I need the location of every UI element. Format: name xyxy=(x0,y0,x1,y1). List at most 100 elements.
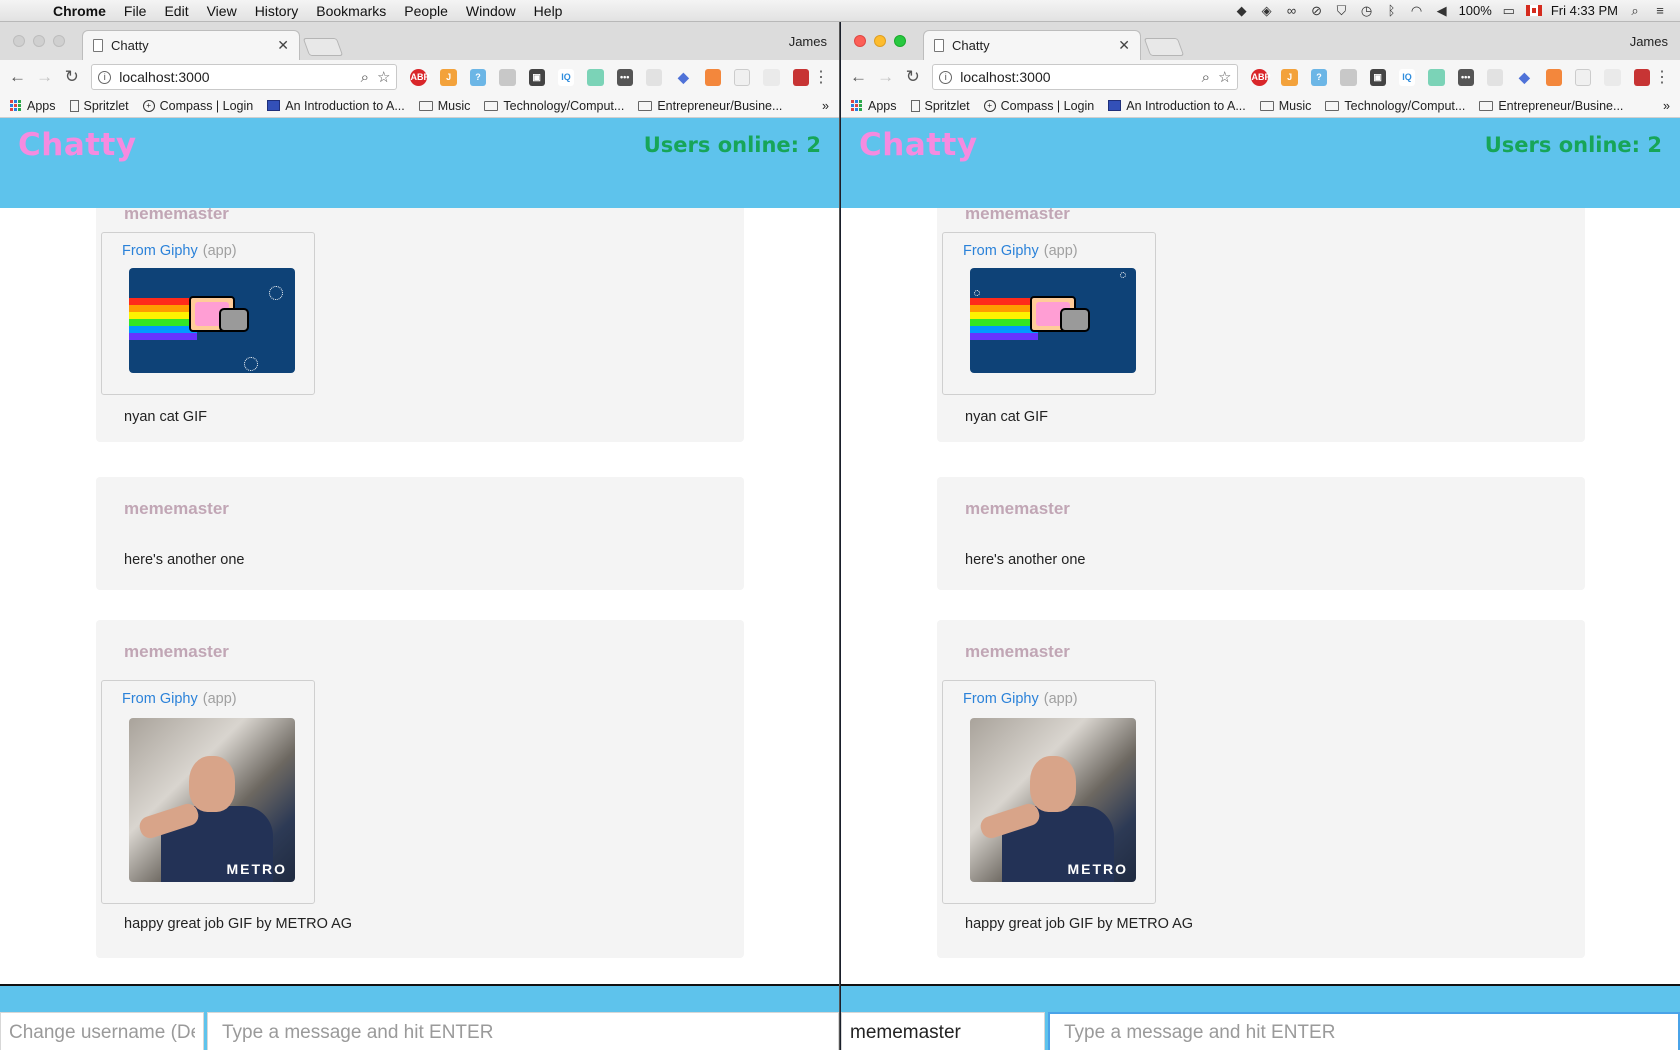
menu-help[interactable]: Help xyxy=(525,0,572,22)
bookmark-spritzlet[interactable]: Spritzlet xyxy=(69,99,129,113)
bookmark-compass[interactable]: + Compass | Login xyxy=(142,99,253,113)
close-window-button[interactable] xyxy=(854,35,866,47)
close-window-button[interactable] xyxy=(13,35,25,47)
menu-view[interactable]: View xyxy=(198,0,246,22)
giphy-link[interactable]: From Giphy xyxy=(963,691,1039,707)
bookmark-compass[interactable]: + Compass | Login xyxy=(983,99,1094,113)
menubar-clock[interactable]: Fri 4:33 PM xyxy=(1551,3,1618,18)
battery-icon[interactable]: ▭ xyxy=(1501,3,1517,18)
nyan-cat-gif[interactable] xyxy=(970,268,1136,373)
red-extension-icon[interactable] xyxy=(792,68,810,86)
app-brand[interactable]: Chatty xyxy=(859,127,978,163)
back-arrow-icon[interactable]: ← xyxy=(847,65,870,89)
forward-arrow-icon[interactable]: → xyxy=(874,65,897,89)
profile-name[interactable]: James xyxy=(1630,34,1668,49)
page-extension-icon[interactable] xyxy=(1486,68,1504,86)
red-extension-icon[interactable] xyxy=(1633,68,1651,86)
profile-name[interactable]: James xyxy=(789,34,827,49)
menu-bookmarks[interactable]: Bookmarks xyxy=(307,0,395,22)
message-list[interactable]: mememaster From Giphy (app) nyan cat GIF … xyxy=(0,208,839,984)
app-brand[interactable]: Chatty xyxy=(18,127,137,163)
message-input[interactable] xyxy=(1048,1012,1680,1050)
nyan-cat-gif[interactable] xyxy=(129,268,295,373)
bookmark-spritzlet[interactable]: Spritzlet xyxy=(910,99,970,113)
dropbox-icon[interactable]: ◆ xyxy=(1234,3,1250,18)
message-list[interactable]: mememaster From Giphy (app) nyan cat GIF … xyxy=(841,208,1680,984)
zoom-icon[interactable]: ⌕ xyxy=(1202,69,1210,86)
bookmark-introduction[interactable]: An Introduction to A... xyxy=(1108,99,1246,113)
message-input[interactable] xyxy=(207,1012,839,1050)
notification-center-icon[interactable]: ≡ xyxy=(1652,3,1668,18)
bookmarks-overflow-icon[interactable]: » xyxy=(1663,99,1670,113)
giphy-link[interactable]: From Giphy xyxy=(963,243,1039,259)
fox-extension-icon[interactable] xyxy=(704,68,721,86)
reload-icon[interactable]: ↻ xyxy=(901,65,924,89)
ethereum-extension-icon[interactable]: ◆ xyxy=(1516,69,1532,86)
metro-great-job-gif[interactable]: METRO xyxy=(970,718,1136,882)
zoom-icon[interactable]: ⌕ xyxy=(361,69,369,86)
circle-slash-icon[interactable]: ⊘ xyxy=(1309,3,1325,18)
giphy-card[interactable]: From Giphy (app) METRO xyxy=(101,680,315,904)
zoom-window-button[interactable] xyxy=(894,35,906,47)
spotlight-search-icon[interactable]: ⌕ xyxy=(1627,3,1643,18)
new-tab-button[interactable] xyxy=(1143,38,1185,56)
blue-extension-icon[interactable]: ? xyxy=(1310,68,1328,86)
close-tab-icon[interactable]: ✕ xyxy=(1118,37,1130,54)
feather-extension-icon[interactable] xyxy=(763,68,780,86)
menu-app-chrome[interactable]: Chrome xyxy=(44,0,115,22)
menu-edit[interactable]: Edit xyxy=(155,0,197,22)
bookmark-entrepreneur[interactable]: Entrepreneur/Busine... xyxy=(1479,99,1623,113)
dots-extension-icon[interactable]: ••• xyxy=(1457,68,1474,86)
reload-icon[interactable]: ↻ xyxy=(60,65,83,89)
zoom-window-button[interactable] xyxy=(53,35,65,47)
iq-extension-icon[interactable]: IQ xyxy=(1398,68,1416,86)
adblock-extension-icon[interactable]: ABP xyxy=(410,68,430,86)
address-bar[interactable]: i localhost:3000 ⌕ ☆ xyxy=(932,64,1239,90)
bluetooth-icon[interactable]: ᛒ xyxy=(1384,3,1400,18)
username-input[interactable] xyxy=(841,1012,1045,1050)
blank-extension-icon[interactable] xyxy=(733,68,751,86)
orange-extension-icon[interactable]: J xyxy=(440,68,457,86)
tab-chatty[interactable]: Chatty ✕ xyxy=(82,30,300,60)
forward-arrow-icon[interactable]: → xyxy=(33,65,56,89)
address-bar[interactable]: i localhost:3000 ⌕ ☆ xyxy=(91,64,398,90)
giphy-card[interactable]: From Giphy (app) xyxy=(942,232,1156,395)
giphy-link[interactable]: From Giphy xyxy=(122,243,198,259)
tab-chatty[interactable]: Chatty ✕ xyxy=(923,30,1141,60)
bookmark-star-icon[interactable]: ☆ xyxy=(1218,68,1231,86)
blue-extension-icon[interactable]: ? xyxy=(469,68,487,86)
giphy-card[interactable]: From Giphy (app) xyxy=(101,232,315,395)
bookmark-introduction[interactable]: An Introduction to A... xyxy=(267,99,405,113)
chrome-menu-icon[interactable]: ⋮ xyxy=(813,67,833,87)
metro-great-job-gif[interactable]: METRO xyxy=(129,718,295,882)
new-tab-button[interactable] xyxy=(302,38,344,56)
menu-window[interactable]: Window xyxy=(457,0,525,22)
bookmark-music[interactable]: Music xyxy=(1259,99,1311,113)
grey-extension-icon[interactable] xyxy=(499,68,516,86)
feather-extension-icon[interactable] xyxy=(1604,68,1621,86)
wave-extension-icon[interactable] xyxy=(587,68,604,86)
bookmark-entrepreneur[interactable]: Entrepreneur/Busine... xyxy=(638,99,782,113)
fox-extension-icon[interactable] xyxy=(1545,68,1562,86)
battery-percent[interactable]: 100% xyxy=(1459,3,1492,18)
ethereum-extension-icon[interactable]: ◆ xyxy=(675,69,691,86)
bookmark-technology[interactable]: Technology/Comput... xyxy=(1325,99,1465,113)
minimize-window-button[interactable] xyxy=(874,35,886,47)
giphy-card[interactable]: From Giphy (app) METRO xyxy=(942,680,1156,904)
info-icon[interactable]: i xyxy=(98,70,112,84)
minimize-window-button[interactable] xyxy=(33,35,45,47)
wifi-icon[interactable]: ◠ xyxy=(1409,3,1425,18)
iq-extension-icon[interactable]: IQ xyxy=(557,68,575,86)
close-tab-icon[interactable]: ✕ xyxy=(277,37,289,54)
bookmark-star-icon[interactable]: ☆ xyxy=(377,68,390,86)
shield-icon[interactable]: ⛉ xyxy=(1334,3,1350,18)
dots-extension-icon[interactable]: ••• xyxy=(616,68,633,86)
username-input[interactable] xyxy=(0,1012,204,1050)
giphy-link[interactable]: From Giphy xyxy=(122,691,198,707)
camera-extension-icon[interactable]: ▣ xyxy=(528,68,545,86)
bookmark-apps[interactable]: Apps xyxy=(851,99,897,113)
menu-history[interactable]: History xyxy=(246,0,308,22)
bookmark-technology[interactable]: Technology/Comput... xyxy=(484,99,624,113)
back-arrow-icon[interactable]: ← xyxy=(6,65,29,89)
bookmark-music[interactable]: Music xyxy=(418,99,470,113)
